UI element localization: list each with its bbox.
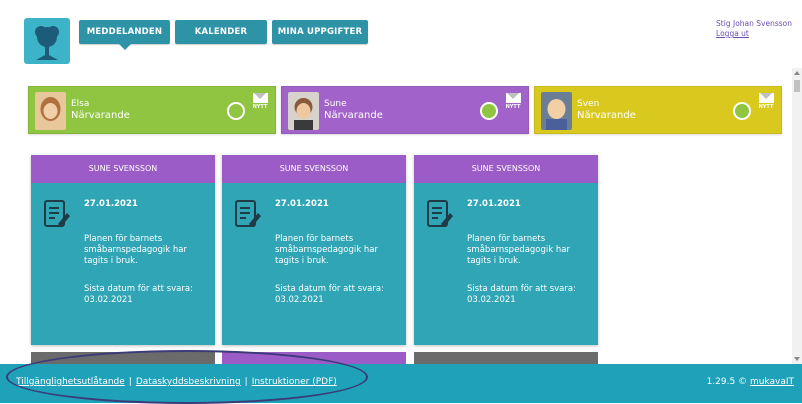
version-number: 1.29.5 © bbox=[706, 377, 748, 387]
presence-circle-icon[interactable] bbox=[733, 102, 751, 120]
child-card-sven[interactable]: Sven Närvarande NYTT bbox=[534, 86, 782, 134]
user-name: Stig Johan Svensson bbox=[716, 19, 792, 28]
document-edit-icon bbox=[427, 200, 453, 227]
child-name: Elsa bbox=[71, 99, 90, 109]
message-card[interactable]: SUNE SVENSSON 27.01.2021 Planen för barn… bbox=[31, 155, 215, 345]
child-avatar bbox=[35, 92, 66, 130]
version-info: 1.29.5 © mukavaIT bbox=[707, 377, 794, 387]
new-message-icon[interactable]: NYTT bbox=[250, 93, 270, 110]
scroll-down-icon[interactable] bbox=[794, 357, 800, 361]
new-message-icon[interactable]: NYTT bbox=[503, 93, 523, 110]
app-logo[interactable] bbox=[24, 18, 70, 64]
document-edit-icon bbox=[44, 200, 70, 227]
message-card-peek[interactable] bbox=[414, 352, 598, 364]
document-edit-icon bbox=[235, 200, 261, 227]
tab-mina-uppgifter[interactable]: MINA UPPGIFTER bbox=[272, 20, 368, 44]
app-frame: MEDDELANDEN KALENDER MINA UPPGIFTER Stig… bbox=[0, 0, 802, 404]
message-text: Planen för barnets småbarnspedagogik har… bbox=[84, 234, 187, 266]
message-child-name: SUNE SVENSSON bbox=[222, 155, 406, 183]
message-deadline: Sista datum för att svara: 03.02.2021 bbox=[467, 284, 576, 305]
message-text: Planen för barnets småbarnspedagogik har… bbox=[275, 234, 378, 266]
message-date: 27.01.2021 bbox=[84, 199, 138, 209]
envelope-icon bbox=[758, 93, 774, 103]
main-nav: MEDDELANDEN KALENDER MINA UPPGIFTER bbox=[79, 20, 368, 50]
new-badge: NYTT bbox=[505, 104, 521, 110]
message-text: Planen för barnets småbarnspedagogik har… bbox=[467, 234, 570, 266]
message-card[interactable]: SUNE SVENSSON 27.01.2021 Planen för barn… bbox=[222, 155, 406, 345]
tab-meddelanden[interactable]: MEDDELANDEN bbox=[79, 20, 170, 50]
child-card-elsa[interactable]: Elsa Närvarande NYTT bbox=[28, 86, 276, 134]
logout-link[interactable]: Logga ut bbox=[716, 29, 792, 39]
child-avatar bbox=[541, 92, 572, 130]
user-menu: Stig Johan Svensson Logga ut bbox=[716, 19, 792, 39]
message-date: 27.01.2021 bbox=[467, 199, 521, 209]
vertical-scrollbar[interactable] bbox=[792, 68, 802, 364]
child-status: Närvarande bbox=[577, 110, 636, 121]
scrollbar-thumb[interactable] bbox=[794, 80, 800, 92]
child-name: Sune bbox=[324, 99, 347, 109]
child-card-sune[interactable]: Sune Närvarande NYTT bbox=[281, 86, 529, 134]
new-badge: NYTT bbox=[252, 104, 268, 110]
message-date: 27.01.2021 bbox=[275, 199, 329, 209]
child-name: Sven bbox=[577, 99, 600, 109]
highlight-oval-annotation bbox=[6, 350, 368, 404]
presence-circle-icon[interactable] bbox=[480, 102, 498, 120]
tab-kalender[interactable]: KALENDER bbox=[175, 20, 267, 44]
scroll-up-icon[interactable] bbox=[794, 71, 800, 75]
brand-link[interactable]: mukavaIT bbox=[750, 377, 794, 387]
envelope-icon bbox=[252, 93, 268, 103]
message-card[interactable]: SUNE SVENSSON 27.01.2021 Planen för barn… bbox=[414, 155, 598, 345]
message-child-name: SUNE SVENSSON bbox=[31, 155, 215, 183]
child-status: Närvarande bbox=[324, 110, 383, 121]
new-message-icon[interactable]: NYTT bbox=[756, 93, 776, 110]
message-deadline: Sista datum för att svara: 03.02.2021 bbox=[84, 284, 193, 305]
child-status: Närvarande bbox=[71, 110, 130, 121]
tree-logo-icon bbox=[35, 26, 59, 60]
message-deadline: Sista datum för att svara: 03.02.2021 bbox=[275, 284, 384, 305]
children-bar: Elsa Närvarande NYTT Sune Närvarande NYT… bbox=[28, 86, 782, 134]
child-avatar bbox=[288, 92, 319, 130]
new-badge: NYTT bbox=[758, 104, 774, 110]
message-child-name: SUNE SVENSSON bbox=[414, 155, 598, 183]
envelope-icon bbox=[505, 93, 521, 103]
presence-circle-icon[interactable] bbox=[227, 102, 245, 120]
